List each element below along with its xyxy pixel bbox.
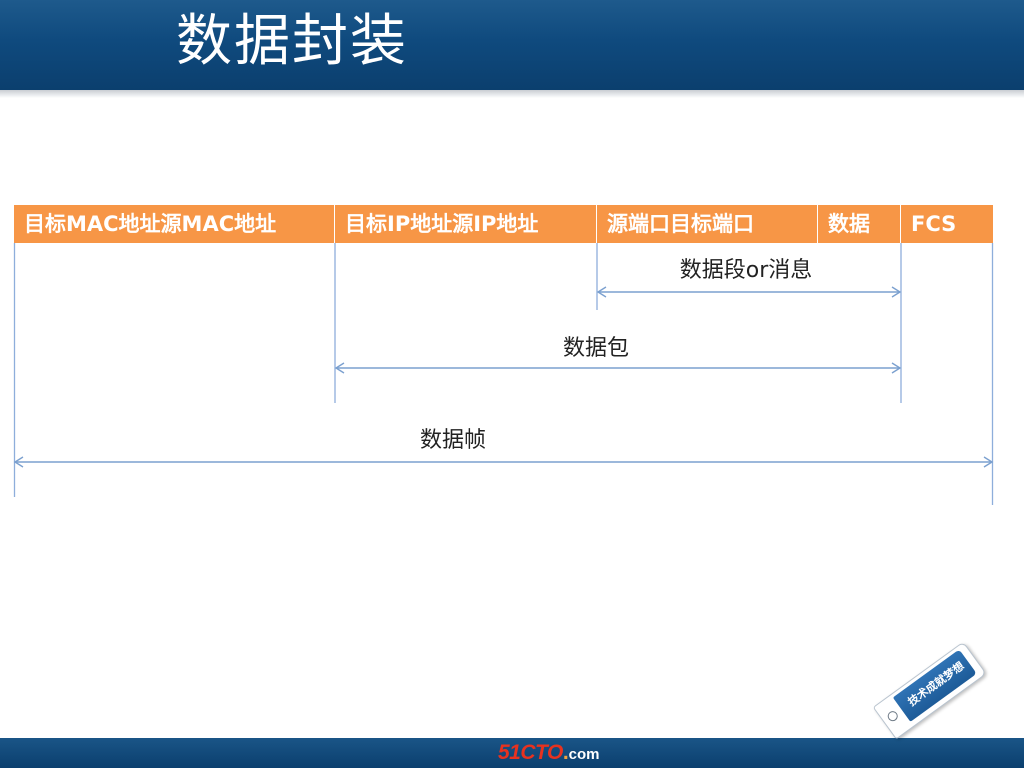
span-label-segment: 数据段or消息: [679, 258, 813, 283]
tag-icon: 技术成就梦想: [872, 641, 987, 740]
slide-title: 数据封装: [176, 9, 408, 74]
field-fcs: FCS: [911, 212, 957, 236]
arrow-segment: [596, 286, 902, 298]
footer-logo: 51CTO.com: [498, 741, 600, 765]
slide: 数据封装 目标MAC地址源MAC地址 目标IP地址源IP地址 源端口目标端口 数…: [0, 0, 1024, 768]
arrow-packet: [334, 362, 902, 374]
span-arrows: [13, 286, 994, 468]
logo-suffix: com: [568, 746, 600, 763]
title-shadow: [0, 90, 1024, 98]
field-ip-address: 目标IP地址源IP地址: [335, 205, 597, 243]
divider-lines: [13, 243, 994, 505]
arrow-frame: [13, 456, 994, 468]
span-label-packet: 数据包: [562, 336, 630, 361]
field-port: 源端口目标端口: [597, 205, 818, 243]
logo-main-text: 51CTO: [498, 741, 563, 764]
field-data: 数据: [818, 205, 901, 243]
frame-structure-row: 目标MAC地址源MAC地址 目标IP地址源IP地址 源端口目标端口 数据 FCS: [14, 205, 993, 243]
title-bar: [0, 0, 1024, 90]
span-label-frame: 数据帧: [419, 428, 487, 453]
field-mac-address: 目标MAC地址源MAC地址: [14, 205, 335, 243]
span-diagram: [13, 243, 994, 505]
